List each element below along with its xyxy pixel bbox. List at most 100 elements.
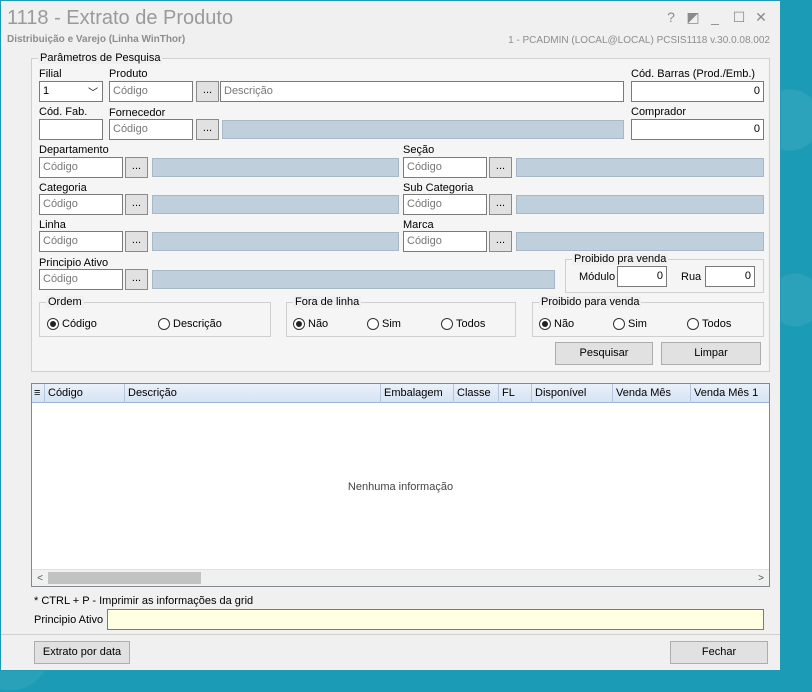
categoria-label: Categoria xyxy=(39,182,87,194)
chevron-down-icon: ﹀ xyxy=(88,88,98,99)
secao-codigo-input[interactable]: Código xyxy=(403,157,487,178)
col-codigo[interactable]: Código xyxy=(44,384,124,403)
comprador-input[interactable]: 0 xyxy=(631,119,764,140)
extrato-por-data-button[interactable]: Extrato por data xyxy=(34,641,130,664)
categoria-descricao-field xyxy=(152,195,399,214)
filial-value: 1 xyxy=(43,85,50,97)
scroll-left-icon[interactable]: < xyxy=(32,570,48,587)
window-subtitle: Distribuição e Varejo (Linha WinThor) xyxy=(7,34,186,45)
fora-linha-sim-radio[interactable]: Sim xyxy=(367,318,401,330)
limpar-button[interactable]: Limpar xyxy=(661,342,761,365)
marca-codigo-input[interactable]: Código xyxy=(403,231,487,252)
proibido-venda-legend: Proibido para venda xyxy=(539,296,642,308)
marca-descricao-field xyxy=(516,232,764,251)
col-embalagem[interactable]: Embalagem xyxy=(380,384,453,403)
fora-linha-todos-label: Todos xyxy=(456,318,486,330)
grid-menu-icon[interactable]: ≡ xyxy=(32,384,44,403)
fechar-button[interactable]: Fechar xyxy=(670,641,768,664)
ordem-codigo-radio[interactable]: Código xyxy=(47,318,97,330)
proibido-venda-sim-label: Sim xyxy=(628,318,647,330)
proibido-venda-sim-radio[interactable]: Sim xyxy=(613,318,647,330)
linha-label: Linha xyxy=(39,219,66,231)
principio-label: Principio Ativo xyxy=(39,257,109,269)
proibido-venda-todos-label: Todos xyxy=(702,318,732,330)
minimize-icon[interactable]: _ xyxy=(707,9,723,25)
col-venda-mes-1[interactable]: Venda Mês 1 xyxy=(690,384,769,403)
restore-icon[interactable]: ◩ xyxy=(685,9,701,25)
modulo-label: Módulo xyxy=(579,271,616,283)
linha-descricao-field xyxy=(152,232,399,251)
principio-codigo-input[interactable]: Código xyxy=(39,269,123,290)
fornecedor-label: Fornecedor xyxy=(109,107,166,119)
ordem-descricao-radio[interactable]: Descrição xyxy=(158,318,222,330)
secao-descricao-field xyxy=(516,158,764,177)
cod-barras-input[interactable]: 0 xyxy=(631,81,764,102)
grid-empty-message: Nenhuma informação xyxy=(347,481,454,493)
principio-ativo-display xyxy=(107,609,764,630)
filial-select[interactable]: 1 ﹀ xyxy=(39,81,103,102)
secao-lookup-button[interactable]: ... xyxy=(489,157,512,178)
grid-horizontal-scrollbar[interactable]: < > xyxy=(32,569,769,586)
departamento-codigo-input[interactable]: Código xyxy=(39,157,123,178)
marca-label: Marca xyxy=(403,219,434,231)
proibido-venda-todos-radio[interactable]: Todos xyxy=(687,318,731,330)
produto-codigo-input[interactable]: Código xyxy=(109,81,193,102)
linha-lookup-button[interactable]: ... xyxy=(125,231,148,252)
scrollbar-thumb[interactable] xyxy=(48,572,201,584)
departamento-descricao-field xyxy=(152,158,399,177)
radio-selected-icon xyxy=(539,318,551,330)
radio-icon xyxy=(441,318,453,330)
fora-linha-nao-label: Não xyxy=(308,318,329,330)
results-grid[interactable]: ≡ Código Descrição Embalagem Classe FL D… xyxy=(31,383,770,587)
linha-codigo-input[interactable]: Código xyxy=(39,231,123,252)
marca-lookup-button[interactable]: ... xyxy=(489,231,512,252)
cod-fab-input[interactable] xyxy=(39,119,103,140)
footer-divider xyxy=(1,634,780,635)
produto-label: Produto xyxy=(109,68,148,80)
col-fl[interactable]: FL xyxy=(498,384,531,403)
subcategoria-codigo-input[interactable]: Código xyxy=(403,194,487,215)
col-disponivel[interactable]: Disponível xyxy=(531,384,612,403)
fora-linha-legend: Fora de linha xyxy=(293,296,362,308)
produto-lookup-button[interactable]: ... xyxy=(196,81,219,102)
radio-selected-icon xyxy=(293,318,305,330)
pesquisar-button[interactable]: Pesquisar xyxy=(555,342,653,365)
ordem-codigo-label: Código xyxy=(62,318,97,330)
col-venda-mes[interactable]: Venda Mês xyxy=(612,384,690,403)
fora-linha-sim-label: Sim xyxy=(382,318,401,330)
rua-input[interactable]: 0 xyxy=(705,266,755,287)
ordem-descricao-label: Descrição xyxy=(173,318,222,330)
print-hint: * CTRL + P - Imprimir as informações da … xyxy=(34,595,254,607)
fora-linha-todos-radio[interactable]: Todos xyxy=(441,318,485,330)
departamento-label: Departamento xyxy=(39,144,109,156)
produto-descricao-input[interactable]: Descrição xyxy=(220,81,624,102)
maximize-icon[interactable]: ☐ xyxy=(731,9,747,25)
subcategoria-lookup-button[interactable]: ... xyxy=(489,194,512,215)
modulo-input[interactable]: 0 xyxy=(617,266,667,287)
departamento-lookup-button[interactable]: ... xyxy=(125,157,148,178)
col-descricao[interactable]: Descrição xyxy=(124,384,380,403)
radio-selected-icon xyxy=(47,318,59,330)
fora-linha-nao-radio[interactable]: Não xyxy=(293,318,328,330)
main-window: 1118 - Extrato de Produto Distribuição e… xyxy=(0,0,781,671)
radio-icon xyxy=(613,318,625,330)
search-params-legend: Parâmetros de Pesquisa xyxy=(38,52,163,64)
window-title: 1118 - Extrato de Produto xyxy=(7,7,234,29)
footer-principio-label: Principio Ativo xyxy=(34,614,104,626)
proibido-box-legend: Proibido pra venda xyxy=(572,253,669,265)
categoria-lookup-button[interactable]: ... xyxy=(125,194,148,215)
fornecedor-lookup-button[interactable]: ... xyxy=(196,119,219,140)
col-classe[interactable]: Classe xyxy=(453,384,498,403)
fornecedor-codigo-input[interactable]: Código xyxy=(109,119,193,140)
subcategoria-label: Sub Categoria xyxy=(403,182,474,194)
categoria-codigo-input[interactable]: Código xyxy=(39,194,123,215)
subcategoria-descricao-field xyxy=(516,195,764,214)
radio-icon xyxy=(158,318,170,330)
proibido-venda-nao-radio[interactable]: Não xyxy=(539,318,574,330)
scroll-right-icon[interactable]: > xyxy=(753,570,769,587)
help-icon[interactable]: ? xyxy=(663,9,679,25)
filial-label: Filial xyxy=(39,68,62,80)
close-icon[interactable]: ✕ xyxy=(753,9,769,25)
principio-lookup-button[interactable]: ... xyxy=(125,269,148,290)
cod-fab-label: Cód. Fab. xyxy=(39,106,88,118)
